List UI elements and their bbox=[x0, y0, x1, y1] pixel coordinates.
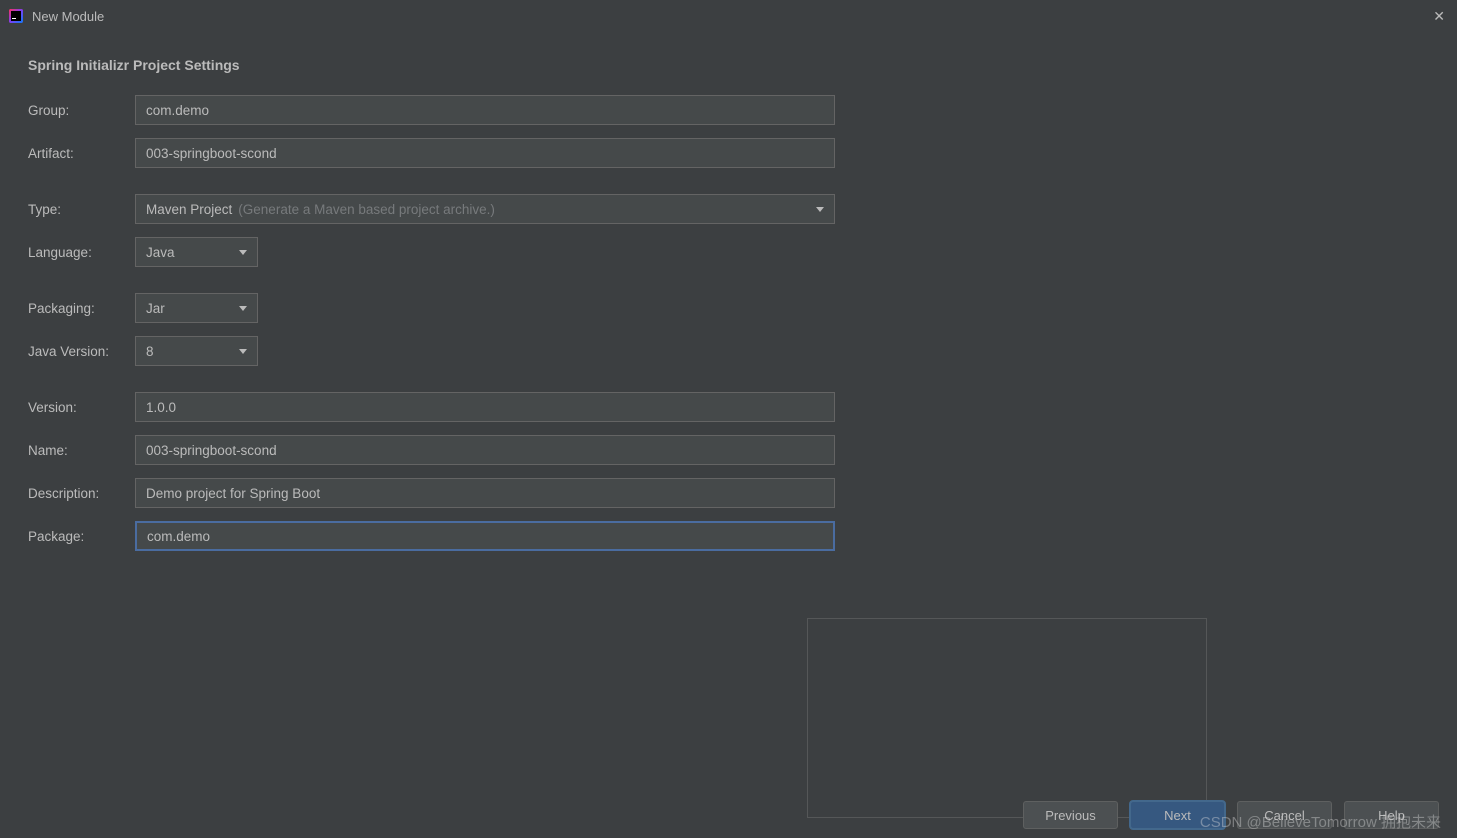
packaging-value: Jar bbox=[146, 301, 165, 316]
label-description: Description: bbox=[28, 486, 135, 501]
description-input[interactable] bbox=[135, 478, 835, 508]
type-hint: (Generate a Maven based project archive.… bbox=[238, 202, 495, 217]
java-version-value: 8 bbox=[146, 344, 154, 359]
group-input[interactable] bbox=[135, 95, 835, 125]
close-icon[interactable]: ✕ bbox=[1429, 6, 1449, 27]
chevron-down-icon bbox=[239, 250, 247, 255]
type-value: Maven Project bbox=[146, 202, 232, 217]
label-group: Group: bbox=[28, 103, 135, 118]
row-name: Name: bbox=[28, 435, 1429, 465]
row-java-version: Java Version: 8 bbox=[28, 336, 1429, 366]
row-artifact: Artifact: bbox=[28, 138, 1429, 168]
row-version: Version: bbox=[28, 392, 1429, 422]
cancel-button[interactable]: Cancel bbox=[1237, 801, 1332, 829]
label-java-version: Java Version: bbox=[28, 344, 135, 359]
row-description: Description: bbox=[28, 478, 1429, 508]
row-package: Package: bbox=[28, 521, 1429, 551]
next-button[interactable]: Next bbox=[1130, 801, 1225, 829]
name-input[interactable] bbox=[135, 435, 835, 465]
label-package: Package: bbox=[28, 529, 135, 544]
label-type: Type: bbox=[28, 202, 135, 217]
row-group: Group: bbox=[28, 95, 1429, 125]
button-bar: Previous Next Cancel Help bbox=[0, 792, 1457, 838]
row-packaging: Packaging: Jar bbox=[28, 293, 1429, 323]
window-title: New Module bbox=[32, 9, 1429, 24]
chevron-down-icon bbox=[239, 349, 247, 354]
chevron-down-icon bbox=[239, 306, 247, 311]
label-language: Language: bbox=[28, 245, 135, 260]
popup-panel bbox=[807, 618, 1207, 818]
previous-button[interactable]: Previous bbox=[1023, 801, 1118, 829]
label-artifact: Artifact: bbox=[28, 146, 135, 161]
version-input[interactable] bbox=[135, 392, 835, 422]
help-button[interactable]: Help bbox=[1344, 801, 1439, 829]
page-title: Spring Initializr Project Settings bbox=[28, 57, 1429, 73]
language-value: Java bbox=[146, 245, 175, 260]
label-name: Name: bbox=[28, 443, 135, 458]
type-select[interactable]: Maven Project (Generate a Maven based pr… bbox=[135, 194, 835, 224]
row-language: Language: Java bbox=[28, 237, 1429, 267]
label-version: Version: bbox=[28, 400, 135, 415]
app-icon bbox=[8, 8, 24, 24]
row-type: Type: Maven Project (Generate a Maven ba… bbox=[28, 194, 1429, 224]
java-version-select[interactable]: 8 bbox=[135, 336, 258, 366]
chevron-down-icon bbox=[816, 207, 824, 212]
artifact-input[interactable] bbox=[135, 138, 835, 168]
language-select[interactable]: Java bbox=[135, 237, 258, 267]
packaging-select[interactable]: Jar bbox=[135, 293, 258, 323]
titlebar: New Module ✕ bbox=[0, 0, 1457, 32]
dialog-content: Spring Initializr Project Settings Group… bbox=[0, 32, 1457, 589]
label-packaging: Packaging: bbox=[28, 301, 135, 316]
package-input[interactable] bbox=[135, 521, 835, 551]
